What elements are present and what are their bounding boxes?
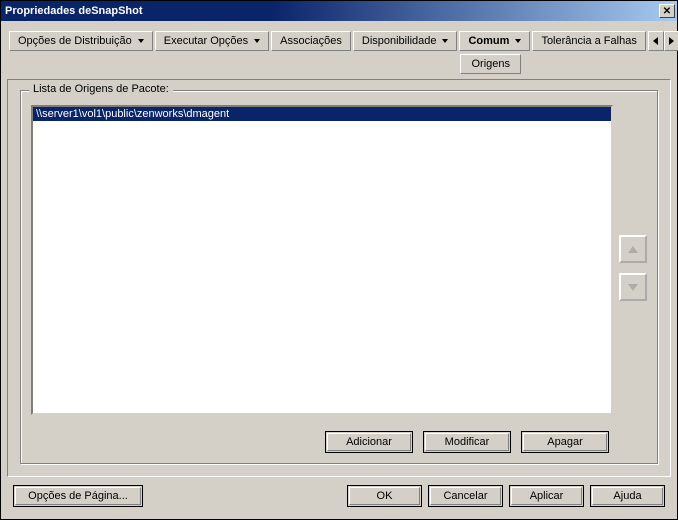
delete-button[interactable]: Apagar xyxy=(521,431,609,453)
list-item[interactable]: \\server1\vol1\public\zenworks\dmagent xyxy=(33,107,611,121)
tab-panel: Lista de Origens de Pacote: \\server1\vo… xyxy=(7,79,671,477)
button-label: Opções de Página... xyxy=(28,490,128,502)
chevron-down-icon xyxy=(138,39,144,43)
button-label: Cancelar xyxy=(443,490,487,502)
groupbox-origens: Lista de Origens de Pacote: \\server1\vo… xyxy=(20,90,658,464)
content-area: Opções de Distribuição Executar Opções A… xyxy=(1,21,677,519)
tab-tolerancia[interactable]: Tolerância a Falhas xyxy=(532,31,645,51)
cancel-button[interactable]: Cancelar xyxy=(428,485,503,507)
help-button[interactable]: Ajuda xyxy=(590,485,665,507)
move-down-button[interactable] xyxy=(619,273,647,301)
titlebar: Propriedades deSnapShot ✕ xyxy=(1,1,677,21)
tab-label: Tolerância a Falhas xyxy=(541,35,636,47)
tab-executar[interactable]: Executar Opções xyxy=(155,31,269,51)
modify-button[interactable]: Modificar xyxy=(423,431,511,453)
tab-label: Executar Opções xyxy=(164,35,248,47)
reorder-buttons xyxy=(619,235,647,301)
tab-comum[interactable]: Comum Origens xyxy=(459,31,530,51)
tab-scroll-right[interactable] xyxy=(664,31,678,51)
tab-scroll-left[interactable] xyxy=(648,31,664,51)
tab-scroll xyxy=(648,31,678,51)
groupbox-label: Lista de Origens de Pacote: xyxy=(29,83,173,95)
subtab-label: Origens xyxy=(471,58,510,70)
add-button[interactable]: Adicionar xyxy=(325,431,413,453)
list-row: \\server1\vol1\public\zenworks\dmagent xyxy=(31,105,647,421)
tab-label: Comum xyxy=(468,35,509,47)
page-options-button[interactable]: Opções de Página... xyxy=(13,485,143,507)
group-button-row: Adicionar Modificar Apagar xyxy=(31,431,647,453)
tab-distribuicao[interactable]: Opções de Distribuição xyxy=(9,31,153,51)
tab-label: Associações xyxy=(280,35,342,47)
button-label: OK xyxy=(377,490,393,502)
tab-comum-subtab[interactable]: Origens xyxy=(460,54,521,74)
triangle-down-icon xyxy=(628,284,638,291)
chevron-down-icon xyxy=(442,39,448,43)
close-icon[interactable]: ✕ xyxy=(659,4,675,18)
tab-bar: Opções de Distribuição Executar Opções A… xyxy=(7,27,671,51)
tab-label: Disponibilidade xyxy=(362,35,437,47)
button-label: Aplicar xyxy=(530,490,564,502)
move-up-button[interactable] xyxy=(619,235,647,263)
chevron-down-icon xyxy=(515,39,521,43)
bottom-button-bar: Opções de Página... OK Cancelar Aplicar … xyxy=(7,477,671,513)
button-label: Ajuda xyxy=(613,490,641,502)
apply-button[interactable]: Aplicar xyxy=(509,485,584,507)
chevron-down-icon xyxy=(254,39,260,43)
tab-disponibilidade[interactable]: Disponibilidade xyxy=(353,31,458,51)
window-title: Propriedades deSnapShot xyxy=(5,5,659,17)
chevron-right-icon xyxy=(669,37,674,45)
chevron-left-icon xyxy=(653,37,658,45)
ok-button[interactable]: OK xyxy=(347,485,422,507)
tab-label: Opções de Distribuição xyxy=(18,35,132,47)
origins-listbox[interactable]: \\server1\vol1\public\zenworks\dmagent xyxy=(31,105,613,415)
triangle-up-icon xyxy=(628,246,638,253)
dialog-window: Propriedades deSnapShot ✕ Opções de Dist… xyxy=(0,0,678,520)
tab-associacoes[interactable]: Associações xyxy=(271,31,351,51)
